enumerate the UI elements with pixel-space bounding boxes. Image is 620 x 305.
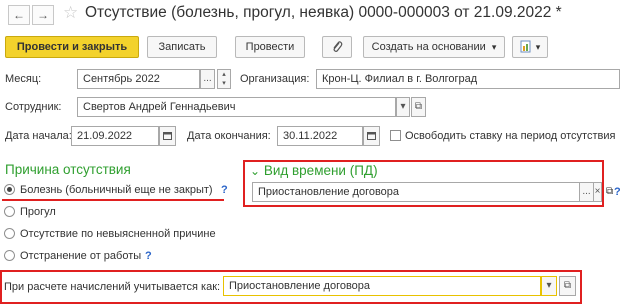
employee-dropdown-button[interactable]: ▾ [396,97,410,117]
open-link-icon: ⧉ [563,280,572,291]
chevron-down-icon: ⌄ [250,164,261,178]
help-icon[interactable]: ? [221,183,228,197]
free-rate-label: Освободить ставку на период отсутствия [405,130,616,142]
time-kind-title-text: Вид времени (ПД) [263,163,378,178]
time-kind-field[interactable]: Приостановление договора [252,182,580,202]
help-icon[interactable]: ? [614,185,620,199]
open-link-icon: ⧉ [414,101,423,112]
help-icon[interactable]: ? [145,249,152,263]
save-button[interactable]: Записать [147,36,217,58]
time-kind-open-icon[interactable]: ⧉ [606,185,613,199]
calendar-icon [163,132,172,140]
free-rate-checkbox[interactable] [390,130,401,141]
month-label: Месяц: [5,73,42,85]
create-based-on-button[interactable]: Создать на основании ▾ [363,36,505,58]
highlight-underline [2,199,224,201]
spin-up-icon: ▴ [222,71,226,78]
employee-field[interactable]: Свертов Андрей Геннадьевич [77,97,396,117]
reason-unknown-radio[interactable] [4,228,15,239]
calc-field[interactable]: Приостановление договора [223,276,541,296]
chevron-down-icon: ▾ [535,42,541,52]
time-kind-clear-button[interactable]: × [594,182,602,202]
reason-suspension-radio[interactable] [4,250,15,261]
month-spin-button[interactable]: ▴ ▾ [217,69,231,89]
time-kind-select-button[interactable]: ... [580,182,594,202]
post-button[interactable]: Провести [235,36,305,58]
month-select-button[interactable]: ... [200,69,215,89]
calc-label: При расчете начислений учитывается как: [4,281,221,293]
reason-suspension-label[interactable]: Отстранение от работы [20,249,141,263]
reason-truancy-label[interactable]: Прогул [20,205,56,219]
chevron-down-icon: ▾ [491,42,497,52]
create-based-on-label: Создать на основании [371,41,486,53]
favorite-star-icon[interactable]: ☆ [63,2,78,24]
back-button[interactable]: ← [8,5,30,25]
calc-open-button[interactable]: ⧉ [559,276,576,296]
start-date-calendar-button[interactable] [159,126,176,146]
end-date-calendar-button[interactable] [363,126,380,146]
employee-label: Сотрудник: [5,101,62,113]
absence-reason-title: Причина отсутствия [5,162,131,177]
reason-illness-radio[interactable] [4,184,15,195]
start-date-field[interactable]: 21.09.2022 [71,126,159,146]
post-and-close-button[interactable]: Провести и закрыть [5,36,139,58]
chevron-down-icon: ▾ [400,101,406,112]
page-title: Отсутствие (болезнь, прогул, неявка) 000… [85,4,562,21]
forward-button[interactable]: → [32,5,54,25]
reason-truancy-radio[interactable] [4,206,15,217]
report-icon [520,40,531,53]
attach-button[interactable] [322,36,352,58]
spin-down-icon: ▾ [222,80,226,87]
employee-open-button[interactable]: ⧉ [411,97,426,117]
time-kind-title[interactable]: ⌄ Вид времени (ПД) [250,163,378,179]
organization-field[interactable]: Крон-Ц. Филиал в г. Волгоград [316,69,620,89]
month-field[interactable]: Сентябрь 2022 [77,69,200,89]
reason-unknown-label[interactable]: Отсутствие по невыясненной причине [20,227,216,241]
end-date-label: Дата окончания: [187,130,271,142]
start-date-label: Дата начала: [5,130,72,142]
end-date-field[interactable]: 30.11.2022 [277,126,363,146]
calc-dropdown-button[interactable]: ▾ [541,276,557,296]
organization-label: Организация: [240,73,310,85]
chevron-down-icon: ▾ [546,280,552,291]
calendar-icon [367,132,376,140]
reports-button[interactable]: ▾ [512,36,548,58]
reason-illness-label[interactable]: Болезнь (больничный еще не закрыт) [20,183,213,197]
paperclip-icon [333,41,343,52]
